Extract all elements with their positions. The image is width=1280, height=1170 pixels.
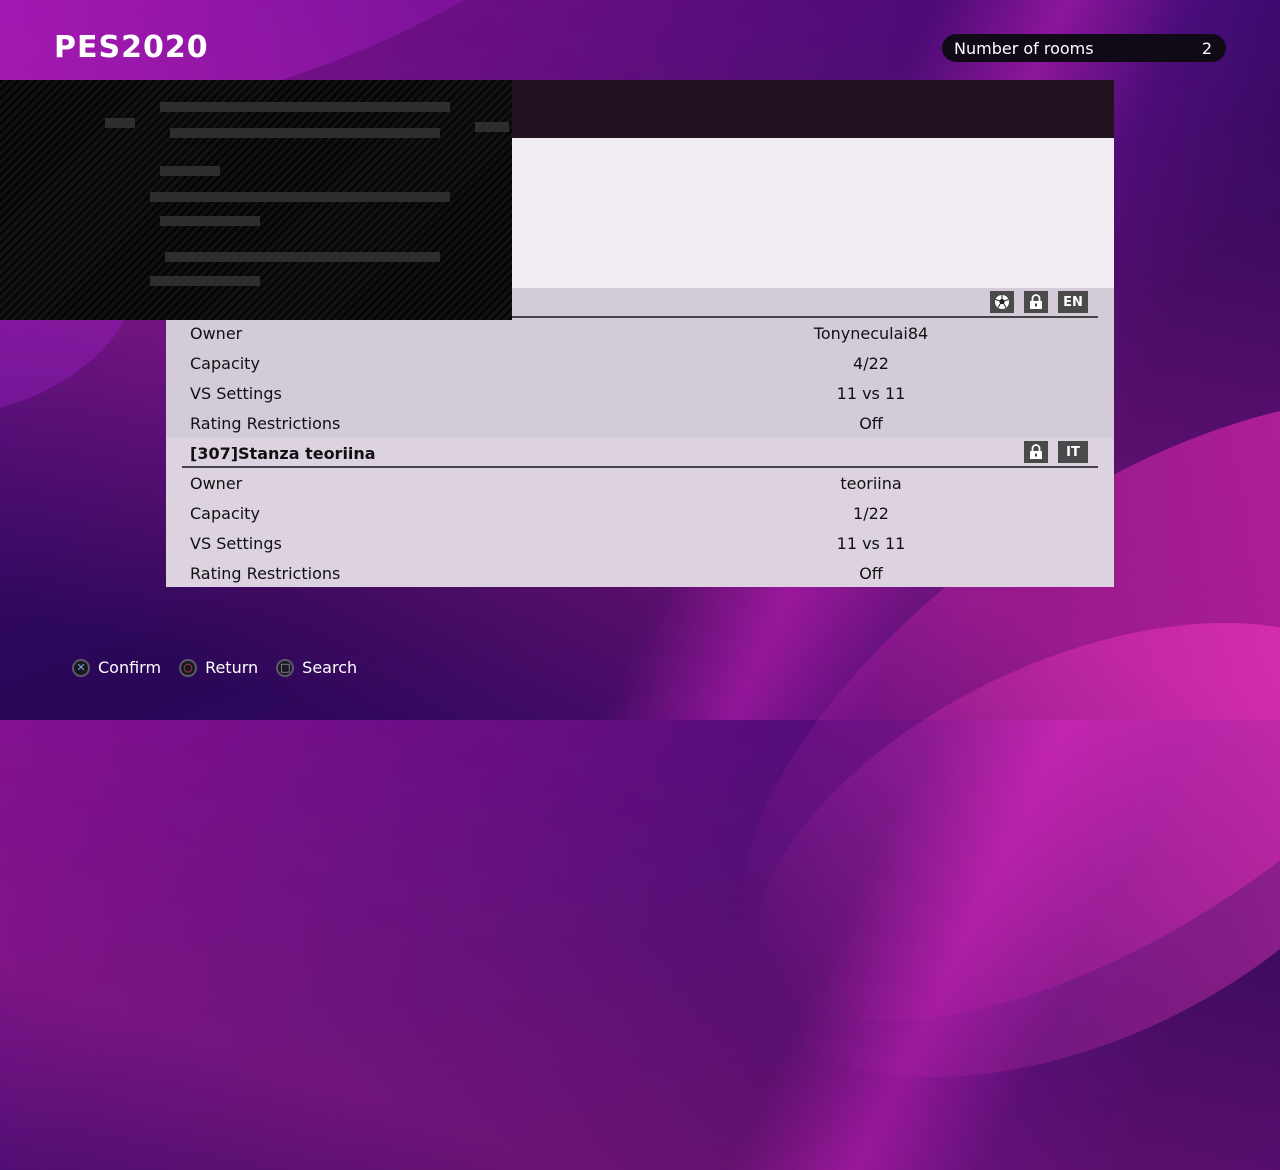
detail-row: VS Settings 11 vs 11 xyxy=(166,378,1114,408)
redacted-line xyxy=(105,118,135,128)
circle-button-icon: ○ xyxy=(179,658,198,677)
square-button-icon: □ xyxy=(276,658,295,677)
search-label: Search xyxy=(302,658,358,677)
detail-row: Rating Restrictions Off xyxy=(166,558,1114,587)
return-label: Return xyxy=(205,658,259,677)
confirm-hint[interactable]: ✕ Confirm xyxy=(72,658,161,677)
detail-label: Owner xyxy=(190,473,243,493)
rooms-count-label: Number of rooms xyxy=(954,38,1094,58)
detail-row: Capacity 1/22 xyxy=(166,498,1114,528)
detail-label: VS Settings xyxy=(190,383,282,403)
room-title: [307]Stanza teoriina xyxy=(190,443,376,463)
redacted-line xyxy=(160,216,260,226)
room-tags: EN xyxy=(990,291,1088,313)
room-list[interactable]: EN Owner Tonyneculai84 Capacity 4/22 VS … xyxy=(166,288,1114,587)
detail-value: 11 vs 11 xyxy=(836,383,906,403)
room-header-2[interactable]: [307]Stanza teoriina IT xyxy=(166,438,1114,468)
return-hint[interactable]: ○ Return xyxy=(179,658,258,677)
detail-value: Off xyxy=(859,413,883,433)
detail-label: Owner xyxy=(190,323,243,343)
language-badge: EN xyxy=(1058,291,1088,313)
detail-row: Capacity 4/22 xyxy=(166,348,1114,378)
redacted-line xyxy=(475,122,509,132)
rooms-count-indicator: Number of rooms 2 xyxy=(942,34,1226,62)
cross-button-icon: ✕ xyxy=(72,658,90,677)
detail-value: 4/22 xyxy=(853,353,889,373)
detail-value: Off xyxy=(859,563,883,583)
redacted-line xyxy=(150,276,260,286)
room-tags: IT xyxy=(1024,441,1088,463)
redacted-overlay xyxy=(0,80,512,320)
detail-value: 11 vs 11 xyxy=(836,533,906,553)
redacted-line xyxy=(170,128,440,138)
confirm-label: Confirm xyxy=(98,658,162,677)
ball-icon xyxy=(990,291,1014,313)
detail-row: Owner teoriina xyxy=(166,468,1114,498)
rooms-count-value: 2 xyxy=(1201,38,1212,58)
detail-label: Capacity xyxy=(190,503,260,523)
lock-icon xyxy=(1024,441,1048,463)
detail-row: Rating Restrictions Off xyxy=(166,408,1114,438)
language-badge: IT xyxy=(1058,441,1088,463)
detail-row: VS Settings 11 vs 11 xyxy=(166,528,1114,558)
game-logo: PES2020 xyxy=(54,30,209,65)
detail-value: 1/22 xyxy=(853,503,889,523)
detail-label: VS Settings xyxy=(190,533,282,553)
detail-value: Tonyneculai84 xyxy=(813,323,929,343)
lock-icon xyxy=(1024,291,1048,313)
detail-label: Capacity xyxy=(190,353,260,373)
search-hint[interactable]: □ Search xyxy=(276,658,357,677)
detail-label: Rating Restrictions xyxy=(190,563,341,583)
detail-value: teoriina xyxy=(840,473,902,493)
detail-row: Owner Tonyneculai84 xyxy=(166,318,1114,348)
control-hints: ✕ Confirm ○ Return □ Search xyxy=(72,658,375,677)
redacted-line xyxy=(160,166,220,176)
redacted-line xyxy=(160,102,450,112)
redacted-line xyxy=(165,252,440,262)
detail-label: Rating Restrictions xyxy=(190,413,341,433)
redacted-line xyxy=(150,192,450,202)
